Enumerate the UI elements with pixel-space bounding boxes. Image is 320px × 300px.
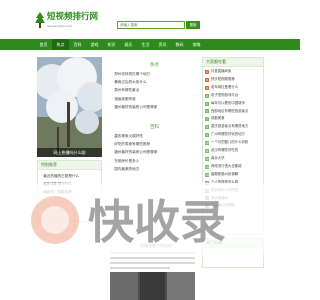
rank-badge: 15 — [205, 180, 209, 185]
site-name: 短视频排行网 — [47, 12, 99, 22]
hot-list: 郑州农科院在哪个地方 暴雨过后的大街什么 泉州有哪些景点 漫画家都有谁 福州最好… — [112, 70, 192, 111]
nav-item-hot[interactable]: 热点 — [52, 39, 69, 50]
nav-item-knowledge[interactable]: 知识 — [103, 39, 120, 50]
rank-badge: 1 — [205, 69, 209, 74]
search-button[interactable]: 搜索 — [186, 21, 200, 29]
nav-item-life[interactable]: 生活 — [137, 39, 154, 50]
baike-section-title: 百科 — [150, 124, 159, 129]
nav-item-home[interactable]: 首页 — [35, 39, 52, 50]
featured-box-title: 特别推荐 — [38, 161, 101, 170]
rank-badge: 13 — [205, 164, 209, 169]
rank-badge: 3 — [205, 85, 209, 90]
list-item[interactable]: 最新热门电影推荐 — [41, 188, 98, 196]
nav-item-entertainment[interactable]: 娱乐 — [120, 39, 137, 50]
hot-articles-title: 热门文章 — [203, 239, 263, 248]
list-item[interactable]: 郑州农科院在哪个地方 — [112, 70, 192, 78]
rank-badge: 17 — [205, 196, 209, 201]
baike-list: 重庆哪家火锅好吃 好吃的零食有哪些推荐 福州最好的装修公司是哪家 东莞房价是多少… — [112, 132, 192, 173]
list-item[interactable]: 泉州有哪些景点 — [112, 86, 192, 94]
tree-icon — [35, 12, 45, 28]
rank-badge: 5 — [205, 101, 209, 106]
sidebar-item[interactable]: 18 抖音最火的歌曲 — [205, 202, 261, 210]
rank-badge: 9 — [205, 133, 209, 138]
article-title[interactable]: 短视频哪个网站好 — [140, 243, 172, 249]
text-line — [110, 257, 195, 259]
photo-caption: 网上热播吗什么剧 — [37, 148, 102, 157]
rank-badge: 12 — [205, 156, 209, 161]
sidebar: 大家都在看 1 抖音直播间卖 2 快手短视频推荐 3 老年网红爱看什么 4 电子宠物游戏… — [202, 57, 264, 235]
hot-section-title: 热点 — [150, 62, 159, 67]
rank-badge: 4 — [205, 93, 209, 98]
sidebar-title: 大家都在看 — [203, 58, 263, 67]
search-input[interactable] — [117, 21, 185, 29]
list-item[interactable]: 暴雨过后的大街什么 — [112, 78, 192, 86]
sidebar-item[interactable]: 10 一个月的婴儿吃什么奶粉 — [205, 139, 261, 147]
list-item[interactable]: 漫画家都有谁 — [112, 95, 192, 103]
list-item[interactable]: 国内最美的地方 — [112, 165, 192, 173]
blossom-tree-image — [37, 57, 102, 157]
rank-badge: 6 — [205, 109, 209, 114]
sidebar-item[interactable]: 8 重庆旅游景点有哪些地方 — [205, 123, 261, 131]
list-item[interactable]: 福州最好的装修公司是哪家 — [112, 148, 192, 156]
rank-badge: 2 — [205, 77, 209, 82]
sidebar-item[interactable]: 14 婚姻家庭纠纷调解 — [205, 171, 261, 179]
sidebar-item[interactable]: 16 附近有什么好吃的 — [205, 187, 261, 195]
sidebar-item[interactable]: 11 武汉有哪些好吃的 — [205, 147, 261, 155]
list-item[interactable]: 重庆哪家火锅好吃 — [112, 132, 192, 140]
sidebar-item[interactable]: 7 成都美食 — [205, 115, 261, 123]
sidebar-item[interactable]: 9 广州有哪些好玩的地方 — [205, 131, 261, 139]
article-image[interactable] — [110, 272, 195, 300]
main-nav: 首页 热点 百科 游戏 知识 娱乐 生活 资讯 数码 攻略 — [0, 39, 300, 50]
list-item[interactable]: 最近热播的日剧是什么 — [41, 172, 98, 180]
rank-badge: 7 — [205, 117, 209, 122]
sidebar-item[interactable]: 6 西部地区有哪些旅游景点 — [205, 108, 261, 116]
list-item[interactable]: 福州最好的装修公司是哪家 — [112, 103, 192, 111]
sidebar-item[interactable]: 15 个人所得税怎么算 — [205, 179, 261, 187]
rank-badge: 10 — [205, 141, 209, 146]
text-line — [110, 252, 195, 254]
nav-item-news[interactable]: 资讯 — [154, 39, 171, 50]
list-item[interactable]: 最新电影排行什么 — [41, 180, 98, 188]
list-item[interactable]: 好吃的零食有哪些推荐 — [112, 140, 192, 148]
nav-item-guides[interactable]: 攻略 — [188, 39, 205, 50]
sidebar-item[interactable]: 4 电子宠物游戏平台 — [205, 92, 261, 100]
sidebar-item[interactable]: 3 老年网红爱看什么 — [205, 84, 261, 92]
sidebar-item[interactable]: 17 快手直播间 — [205, 195, 261, 203]
sidebar-item[interactable]: 2 快手短视频推荐 — [205, 76, 261, 84]
nav-item-baike[interactable]: 百科 — [69, 39, 86, 50]
nav-item-games[interactable]: 游戏 — [86, 39, 103, 50]
header: 短视频排行网 taoduanshipin.com 搜索 — [0, 0, 300, 38]
text-line — [110, 262, 195, 264]
sidebar-item[interactable]: 5 每年可以看的中国城市 — [205, 100, 261, 108]
featured-photo[interactable]: 网上热播吗什么剧 — [37, 57, 102, 157]
rank-badge: 14 — [205, 172, 209, 177]
rank-badge: 18 — [205, 204, 209, 209]
sidebar-item[interactable]: 1 抖音直播间卖 — [205, 68, 261, 76]
list-item[interactable]: 东莞房价是多少 — [112, 157, 192, 165]
rank-badge: 16 — [205, 188, 209, 193]
search-bar: 搜索 — [117, 21, 200, 29]
sidebar-item[interactable]: 13 网络流行语大全集锦 — [205, 163, 261, 171]
site-logo[interactable]: 短视频排行网 taoduanshipin.com — [35, 12, 98, 28]
hot-articles-box: 热门文章 — [202, 238, 264, 268]
featured-box: 特别推荐 最近热播的日剧是什么 最新电影排行什么 最新热门电影推荐 — [37, 160, 102, 222]
rank-badge: 11 — [205, 149, 209, 154]
text-line — [110, 267, 170, 269]
site-subtitle: taoduanshipin.com — [47, 24, 73, 28]
nav-item-digital[interactable]: 数码 — [171, 39, 188, 50]
rank-badge: 8 — [205, 125, 209, 130]
sidebar-item[interactable]: 12 南京大学 — [205, 155, 261, 163]
